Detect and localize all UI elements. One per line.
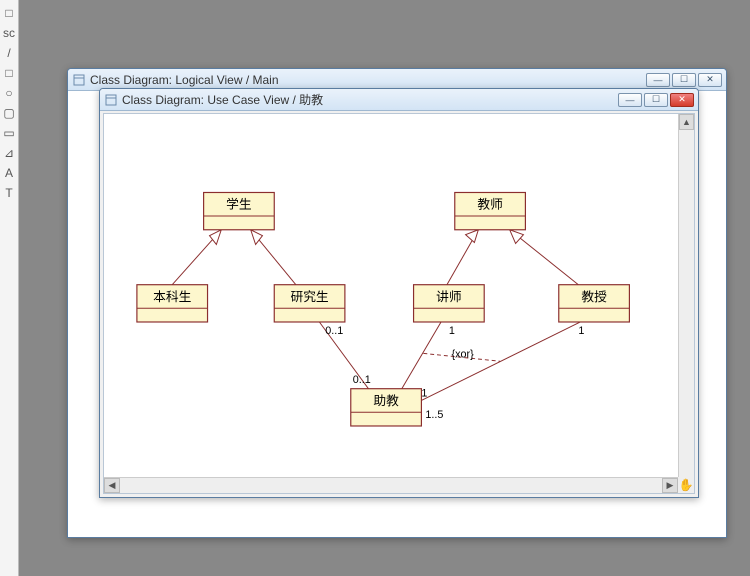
diagram-client-area: {xor} 0..1 0..1 1 1..5 1 1 学生 本科生 — [103, 113, 695, 494]
tool-icon[interactable]: ○ — [2, 86, 16, 100]
class-student[interactable]: 学生 — [204, 192, 275, 229]
mult-ta-lect-end: 1..5 — [425, 409, 443, 421]
assoc-edge-ta-professor[interactable] — [421, 322, 580, 400]
svg-text:学生: 学生 — [226, 197, 252, 212]
tool-icon[interactable]: ⊿ — [2, 146, 16, 160]
svg-text:本科生: 本科生 — [153, 289, 191, 304]
tool-icon[interactable]: sc — [2, 26, 16, 40]
tool-icon[interactable]: A — [2, 166, 16, 180]
mult-prof-end: 1 — [578, 325, 584, 337]
svg-text:讲师: 讲师 — [436, 289, 462, 304]
assoc-edge-ta-lecturer[interactable] — [402, 322, 441, 389]
uml-diagram-svg: {xor} 0..1 0..1 1 1..5 1 1 学生 本科生 — [104, 114, 678, 477]
minimize-button[interactable]: — — [646, 73, 670, 87]
window-title-outer: Class Diagram: Logical View / Main — [90, 73, 646, 87]
svg-text:助教: 助教 — [373, 393, 399, 408]
window-use-case-view: Class Diagram: Use Case View / 助教 — ☐ ✕ — [99, 88, 699, 498]
pan-hand-icon[interactable]: ✋ — [678, 477, 694, 493]
svg-text:研究生: 研究生 — [290, 289, 328, 304]
mult-ta-grad-end: 0..1 — [353, 374, 371, 386]
scroll-up-icon[interactable]: ▲ — [679, 114, 694, 130]
class-ta[interactable]: 助教 — [351, 389, 422, 426]
class-undergrad[interactable]: 本科生 — [137, 285, 208, 322]
mult-grad-end: 0..1 — [325, 325, 343, 337]
window-buttons-outer: — ☐ ✕ — [646, 73, 722, 87]
scroll-left-icon[interactable]: ◀ — [104, 478, 120, 493]
class-teacher[interactable]: 教师 — [455, 192, 526, 229]
tool-icon[interactable]: ▢ — [2, 106, 16, 120]
window-icon — [104, 93, 118, 107]
vertical-scrollbar[interactable]: ▲ — [678, 114, 694, 477]
arrowhead-icon — [210, 230, 222, 245]
tool-icon[interactable]: / — [2, 46, 16, 60]
tool-icon[interactable]: □ — [2, 66, 16, 80]
maximize-button[interactable]: ☐ — [672, 73, 696, 87]
arrowhead-icon — [466, 230, 479, 243]
diagram-canvas[interactable]: {xor} 0..1 0..1 1 1..5 1 1 学生 本科生 — [104, 114, 678, 477]
tool-icon[interactable]: □ — [2, 6, 16, 20]
window-title-inner: Class Diagram: Use Case View / 助教 — [122, 91, 618, 108]
svg-text:教授: 教授 — [581, 289, 607, 304]
tool-icon[interactable]: T — [2, 186, 16, 200]
window-buttons-inner: — ☐ ✕ — [618, 93, 694, 107]
titlebar-inner[interactable]: Class Diagram: Use Case View / 助教 — ☐ ✕ — [100, 89, 698, 111]
close-button[interactable]: ✕ — [698, 73, 722, 87]
mult-ta-prof-end: 1 — [421, 388, 427, 400]
class-lecturer[interactable]: 讲师 — [414, 285, 485, 322]
minimize-button[interactable]: — — [618, 93, 642, 107]
arrowhead-icon — [510, 230, 524, 244]
svg-text:教师: 教师 — [477, 197, 503, 212]
mult-lecturer-end: 1 — [449, 325, 455, 337]
scroll-right-icon[interactable]: ▶ — [662, 478, 678, 493]
left-toolbar: □ sc / □ ○ ▢ ▭ ⊿ A T — [0, 0, 19, 576]
close-button[interactable]: ✕ — [670, 93, 694, 107]
class-grad[interactable]: 研究生 — [274, 285, 345, 322]
tool-icon[interactable]: ▭ — [2, 126, 16, 140]
xor-constraint-label: {xor} — [452, 348, 475, 360]
window-icon — [72, 73, 86, 87]
maximize-button[interactable]: ☐ — [644, 93, 668, 107]
horizontal-scrollbar[interactable]: ◀ ▶ — [104, 477, 678, 493]
class-professor[interactable]: 教授 — [559, 285, 630, 322]
